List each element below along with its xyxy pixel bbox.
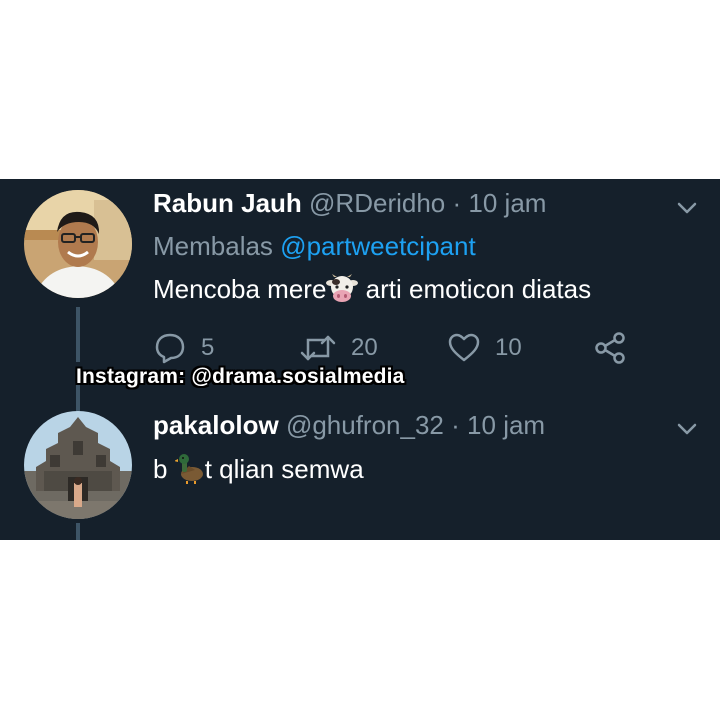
tweet-text: b t qlian semwa — [153, 452, 364, 491]
thread-line — [76, 523, 80, 540]
retweet-icon — [300, 335, 336, 361]
avatar[interactable] — [24, 411, 132, 519]
display-name[interactable]: Rabun Jauh — [153, 188, 302, 218]
separator: · — [451, 410, 460, 440]
chevron-down-icon[interactable] — [676, 421, 698, 437]
tweet-header: Rabun Jauh @RDeridho · 10 jam — [153, 188, 546, 219]
tweet-text-part: arti emoticon diatas — [358, 274, 592, 304]
handle[interactable]: @ghufron_32 — [286, 410, 444, 440]
tweet-text-part: t qlian semwa — [204, 454, 364, 484]
reply-button[interactable]: 5 — [153, 330, 214, 366]
heart-icon — [448, 333, 480, 362]
timestamp[interactable]: 10 jam — [467, 410, 545, 440]
duck-icon — [173, 452, 205, 491]
chevron-down-icon[interactable] — [676, 200, 698, 216]
tweet-thread: Rabun Jauh @RDeridho · 10 jam Membalas @… — [0, 179, 720, 540]
tweet-actions: 5 20 10 — [153, 330, 643, 366]
reply-prefix: Membalas — [153, 231, 273, 261]
reply-mention-link[interactable]: @partweetcipant — [280, 231, 476, 261]
handle[interactable]: @RDeridho — [309, 188, 445, 218]
separator: · — [452, 188, 462, 218]
reply-count: 5 — [201, 334, 215, 361]
tweet-text-part: b — [153, 454, 168, 484]
share-button[interactable] — [593, 330, 641, 366]
tweet-header: pakalolow @ghufron_32 · 10 jam — [153, 410, 545, 441]
like-button[interactable]: 10 — [447, 330, 522, 366]
retweet-button[interactable]: 20 — [299, 330, 378, 366]
thread-line — [76, 307, 80, 362]
reply-icon — [155, 333, 185, 364]
reply-context: Membalas @partweetcipant — [153, 231, 476, 262]
share-icon — [595, 332, 625, 364]
like-count: 10 — [495, 334, 522, 361]
display-name[interactable]: pakalolow — [153, 410, 279, 440]
cow-face-icon — [326, 274, 359, 311]
thread-line — [76, 385, 80, 412]
instagram-watermark: Instagram: @drama.sosialmedia — [76, 365, 405, 388]
tweet-text-part: Mencoba mere — [153, 274, 327, 304]
timestamp[interactable]: 10 jam — [468, 188, 546, 218]
avatar[interactable] — [24, 190, 132, 298]
tweet-text: Mencoba mere arti emoticon diatas — [153, 274, 591, 311]
retweet-count: 20 — [351, 334, 378, 361]
